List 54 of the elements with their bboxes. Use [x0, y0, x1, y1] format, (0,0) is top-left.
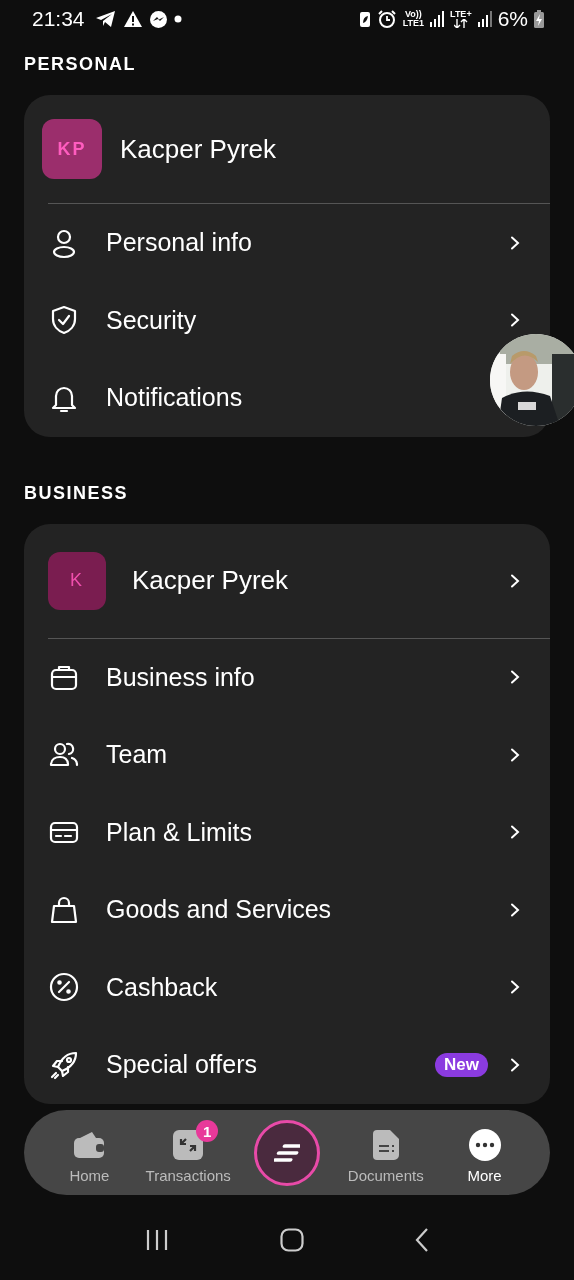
initials-avatar: K: [48, 551, 106, 610]
recent-apps-icon[interactable]: [145, 1229, 170, 1251]
status-time: 21:34: [32, 7, 85, 31]
profile-name: Kacper Pyrek: [120, 133, 277, 165]
signal-icon: [430, 11, 445, 27]
chevron-right-icon[interactable]: [510, 235, 520, 250]
home-icon[interactable]: [280, 1228, 304, 1252]
nav-tab[interactable]: 1 Transactions: [143, 1117, 233, 1188]
menu-item-label[interactable]: Goods and Services: [106, 895, 332, 925]
network-label: Vo)): [404, 10, 422, 19]
count-badge: 1: [196, 1120, 219, 1142]
chevron-right-icon[interactable]: [510, 573, 520, 588]
menu-item-label[interactable]: Notifications: [106, 383, 243, 413]
more-icon: [468, 1129, 501, 1161]
nav-tab[interactable]: Documents: [345, 1117, 426, 1188]
section-heading: BUSINESS: [24, 481, 130, 505]
menu-item-label[interactable]: Security: [106, 305, 197, 335]
battery-percent: 6%: [497, 7, 528, 31]
battery-charging-icon: [534, 10, 544, 28]
initials-avatar: KP: [42, 119, 102, 179]
alarm-icon: [376, 9, 397, 29]
section-heading: PERSONAL: [24, 53, 137, 76]
chevron-right-icon[interactable]: [510, 980, 520, 995]
battery-saver-icon: [358, 10, 371, 28]
nav-tab[interactable]: Home: [67, 1117, 112, 1188]
chevron-right-icon[interactable]: [510, 670, 520, 685]
data-arrows-icon: [453, 19, 468, 28]
document-icon: [371, 1129, 400, 1161]
back-icon[interactable]: [414, 1227, 429, 1253]
menu-item-label[interactable]: Personal info: [106, 228, 252, 258]
arrows-icon: [172, 1129, 205, 1161]
menu-item-label[interactable]: Cashback: [106, 972, 218, 1002]
dot-icon: [173, 15, 182, 23]
warning-icon: [122, 10, 143, 28]
menu-item-label[interactable]: Plan & Limits: [106, 817, 252, 847]
telegram-icon: [94, 10, 117, 28]
menu-item-label[interactable]: Special offers: [106, 1050, 257, 1080]
wallet-icon: [72, 1130, 107, 1160]
chevron-right-icon[interactable]: [510, 825, 520, 840]
profile-name: Kacper Pyrek: [132, 565, 289, 596]
network-label: LTE+: [450, 10, 472, 19]
menu-item-label[interactable]: Business info: [106, 662, 255, 692]
menu-item-label[interactable]: Team: [106, 740, 168, 770]
chevron-right-icon[interactable]: [510, 902, 520, 917]
network-label: LTE1: [402, 19, 425, 28]
chevron-right-icon[interactable]: [510, 747, 520, 762]
new-badge: New: [435, 1052, 488, 1077]
chevron-right-icon[interactable]: [510, 1057, 520, 1072]
percent-icon: [48, 971, 80, 1004]
messenger-icon: [148, 9, 168, 29]
chevron-right-icon[interactable]: [510, 313, 520, 328]
nav-tab[interactable]: More: [465, 1117, 504, 1188]
lines-icon: [274, 1143, 300, 1162]
signal-icon: [477, 11, 492, 27]
